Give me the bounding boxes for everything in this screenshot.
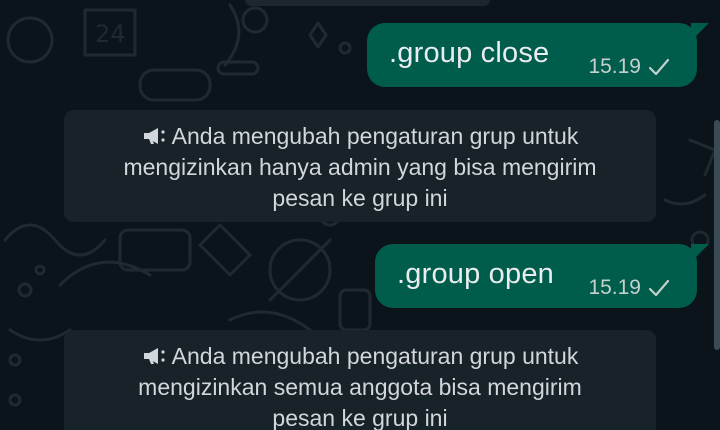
- system-notice-line: mengizinkan hanya admin yang bisa mengir…: [123, 154, 597, 180]
- message-time: 15.19: [588, 55, 641, 78]
- previous-message-edge: [245, 0, 490, 6]
- system-notice-text: Anda mengubah pengaturan grup untuk: [171, 123, 579, 149]
- megaphone-icon: [143, 348, 165, 364]
- system-notice-line: Anda mengubah pengaturan grup untuk: [64, 121, 656, 152]
- single-check-icon: [648, 279, 670, 297]
- megaphone-icon: [143, 128, 165, 144]
- system-notice-text: Anda mengubah pengaturan grup untuk: [171, 343, 579, 369]
- system-notice-line: mengizinkan semua anggota bisa mengirim: [138, 374, 582, 400]
- message-text: .group open: [397, 258, 554, 290]
- message-meta: 15.19: [588, 55, 671, 79]
- system-notice: Anda mengubah pengaturan grup untuk meng…: [64, 110, 656, 222]
- message-time: 15.19: [588, 276, 641, 299]
- message-text: .group close: [389, 37, 550, 69]
- outgoing-message[interactable]: .group open 15.19: [375, 244, 709, 308]
- chat-area[interactable]: 24 .group close 15.19 Anda mengubah peng…: [0, 0, 720, 430]
- bubble-tail: [691, 23, 709, 41]
- message-meta: 15.19: [588, 276, 671, 300]
- system-notice: Anda mengubah pengaturan grup untuk meng…: [64, 330, 656, 430]
- system-notice-line: pesan ke grup ini: [272, 185, 448, 211]
- bubble-tail: [691, 244, 709, 262]
- system-notice-line: pesan ke grup ini: [272, 405, 448, 430]
- chat-scrollbar[interactable]: [714, 120, 720, 350]
- single-check-icon: [648, 58, 670, 76]
- system-notice-line: Anda mengubah pengaturan grup untuk: [64, 341, 656, 372]
- svg-text:24: 24: [95, 20, 126, 48]
- outgoing-message[interactable]: .group close 15.19: [367, 23, 709, 87]
